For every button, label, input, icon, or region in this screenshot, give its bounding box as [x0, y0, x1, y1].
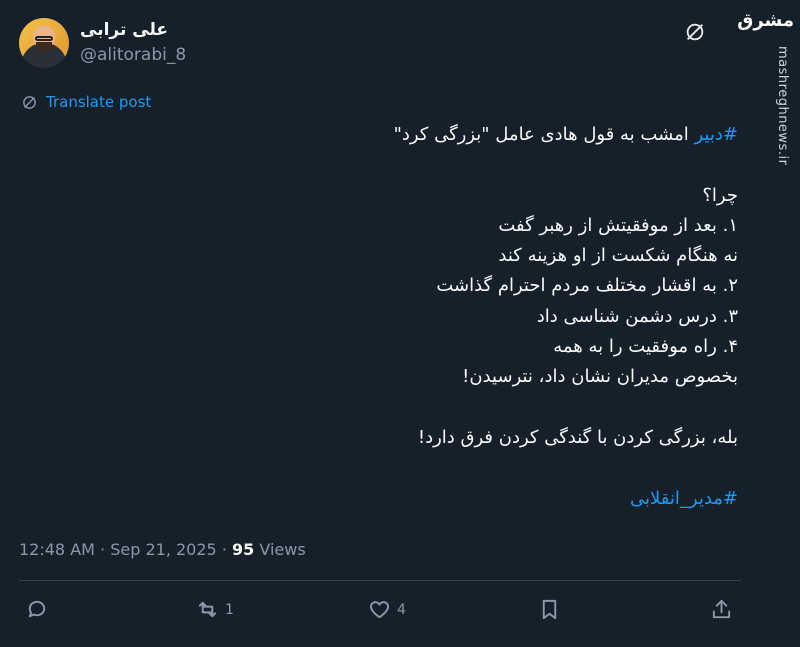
retweet-count: 1: [225, 601, 234, 618]
hashtag-dabir[interactable]: #دبیر: [695, 124, 738, 145]
translate-icon: [23, 95, 36, 109]
bookmark-icon: [542, 599, 557, 620]
views-label: Views: [259, 540, 306, 559]
translate-label: Translate post: [46, 93, 152, 111]
author-handle[interactable]: @alitorabi_8: [80, 45, 186, 65]
heart-icon: [369, 601, 390, 619]
retweet-icon: [198, 601, 217, 618]
tweet-line: بله، بزرگی کردن با گندگی کردن فرق دارد!: [417, 426, 738, 448]
watermark-strip: مشرق mashreghnews.ir: [737, 0, 800, 647]
meta-separator: ·: [221, 540, 232, 559]
share-button[interactable]: [710, 598, 733, 621]
tweet-line: چرا؟: [702, 184, 738, 206]
grok-icon[interactable]: [684, 21, 706, 43]
tweet-line: بخصوص مدیران نشان داد، نترسیدن!: [462, 366, 738, 388]
hashtag-modir-enghelabi[interactable]: #مدیر_انقلابی: [630, 488, 738, 509]
tweet-time[interactable]: 12:48 AM: [19, 540, 95, 559]
tweet-line: ۲. به اقشار مختلف مردم احترام گذاشت: [436, 275, 738, 297]
like-count: 4: [397, 601, 406, 618]
avatar-beard: [36, 42, 52, 52]
watermark-site: mashreghnews.ir: [775, 46, 790, 166]
reply-button[interactable]: [26, 598, 55, 621]
tweet-line-1: #دبیر امشب به قول هادی عامل "بزرگی کرد": [38, 120, 738, 150]
tweet-line: ۴. راه موفقیت را به همه: [553, 336, 738, 358]
reply-icon: [28, 600, 46, 618]
share-icon: [712, 599, 731, 619]
author-display-name[interactable]: علی ترابی: [80, 20, 168, 40]
tweet-line: [38, 453, 738, 483]
tweet-card: علی ترابی @alitorabi_8 Translate post #د…: [0, 0, 760, 647]
like-button[interactable]: 4: [368, 598, 406, 621]
retweet-button[interactable]: 1: [196, 598, 234, 621]
views-count: 95: [231, 540, 255, 559]
tweet-line: ۱. بعد از موفقیتش از رهبر گفت: [498, 214, 738, 236]
divider: [19, 580, 741, 581]
tweet-line: نه هنگام شکست از او هزینه کند: [498, 245, 738, 267]
tweet-line-last: #مدیر_انقلابی: [38, 484, 738, 514]
watermark-brand: مشرق: [737, 10, 794, 31]
tweet-meta: 12:48 AM · Sep 21, 2025 · 95 Views: [19, 540, 306, 559]
tweet-line: [38, 393, 738, 423]
tweet-line: ۳. درس دشمن شناسی داد: [536, 305, 738, 327]
avatar[interactable]: [19, 18, 69, 68]
tweet-line-1-text: امشب به قول هادی عامل "بزرگی کرد": [393, 124, 695, 145]
tweet-date[interactable]: Sep 21, 2025: [110, 540, 217, 559]
avatar-glasses: [35, 36, 53, 41]
tweet-line: [38, 150, 738, 180]
meta-separator: ·: [100, 540, 111, 559]
translate-post-link[interactable]: Translate post: [21, 93, 151, 111]
tweet-text: #دبیر امشب به قول هادی عامل "بزرگی کرد" …: [38, 120, 738, 514]
bookmark-button[interactable]: [538, 598, 561, 621]
